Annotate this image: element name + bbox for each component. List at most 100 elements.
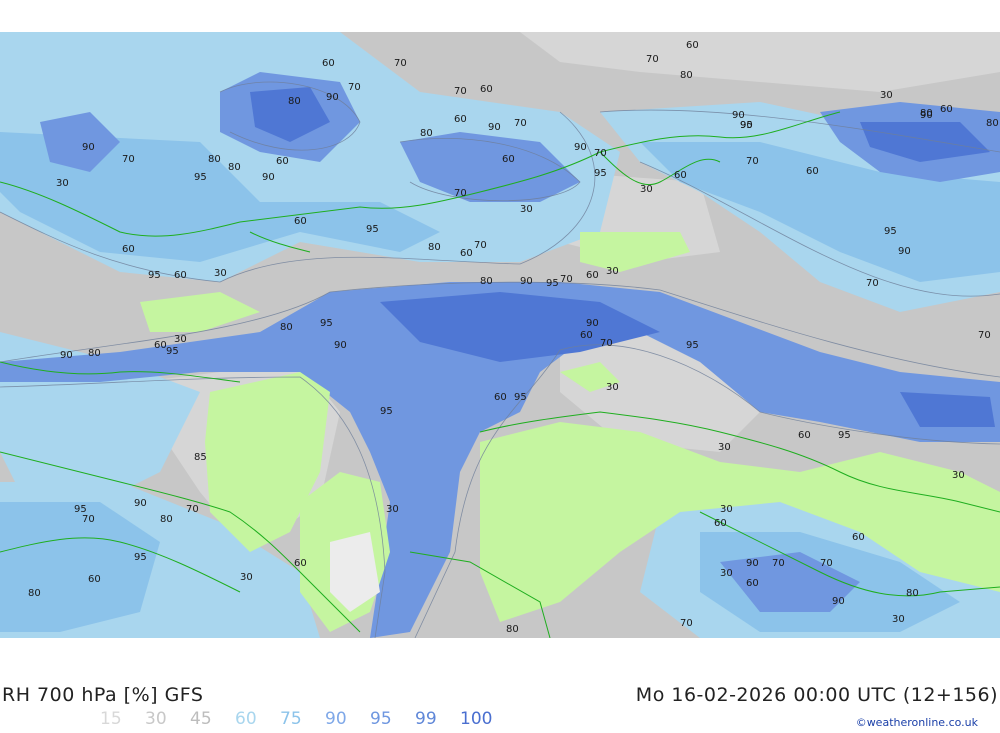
rh-700-map: 60 70 80 30 90 60 70 80 90 70 60 70 80 6…: [0, 32, 1000, 638]
contour-label: 70: [394, 58, 407, 69]
contour-label: 60: [294, 558, 307, 569]
contour-label: 30: [174, 334, 187, 345]
contour-label: 85: [194, 452, 207, 463]
contour-label: 80: [280, 322, 293, 333]
contour-label: 70: [82, 514, 95, 525]
contour-label: 95: [594, 168, 607, 179]
contour-label: 95: [514, 392, 527, 403]
contour-label: 60: [798, 430, 811, 441]
contour-label: 80: [228, 162, 241, 173]
contour-label: 60: [940, 104, 953, 115]
contour-label: 70: [820, 558, 833, 569]
contour-label: 90: [832, 596, 845, 607]
contour-label: 80: [920, 108, 933, 119]
legend-item: 99: [415, 709, 437, 729]
contour-label: 60: [460, 248, 473, 259]
contour-label: 60: [714, 518, 727, 529]
contour-label: 30: [640, 184, 653, 195]
contour-label: 95: [546, 278, 559, 289]
contour-label: 90: [740, 120, 753, 131]
contour-label: 90: [520, 276, 533, 287]
contour-label: 95: [148, 270, 161, 281]
contour-label: 80: [208, 154, 221, 165]
contour-label: 60: [122, 244, 135, 255]
contour-label: 70: [600, 338, 613, 349]
contour-label: 90: [586, 318, 599, 329]
contour-label: 70: [680, 618, 693, 629]
contour-label: 60: [174, 270, 187, 281]
contour-label: 30: [606, 382, 619, 393]
contour-label: 90: [898, 246, 911, 257]
valid-time: Mo 16-02-2026 00:00 UTC (12+156): [635, 684, 998, 706]
contour-label: 80: [420, 128, 433, 139]
contour-label: 60: [502, 154, 515, 165]
legend-item: 95: [370, 709, 392, 729]
contour-label: 30: [720, 504, 733, 515]
contour-label: 30: [718, 442, 731, 453]
legend-item: 90: [325, 709, 347, 729]
legend-item: 15: [100, 709, 122, 729]
contour-label: 80: [680, 70, 693, 81]
contour-label: 95: [320, 318, 333, 329]
contour-label: 90: [488, 122, 501, 133]
contour-label: 60: [454, 114, 467, 125]
contour-label: 60: [322, 58, 335, 69]
contour-label: 95: [194, 172, 207, 183]
contour-label: 70: [454, 188, 467, 199]
credit-link[interactable]: ©weatheronline.co.uk: [856, 716, 978, 729]
contour-label: 80: [986, 118, 999, 129]
contour-label: 95: [838, 430, 851, 441]
contour-label: 60: [154, 340, 167, 351]
contour-label: 95: [380, 406, 393, 417]
contour-label: 90: [82, 142, 95, 153]
contour-label: 80: [88, 348, 101, 359]
legend-item: 30: [145, 709, 167, 729]
contour-label: 95: [686, 340, 699, 351]
contour-label: 90: [574, 142, 587, 153]
contour-label: 80: [288, 96, 301, 107]
contour-label: 70: [560, 274, 573, 285]
contour-label: 90: [60, 350, 73, 361]
contour-label: 30: [720, 568, 733, 579]
contour-label: 80: [906, 588, 919, 599]
contour-label: 80: [160, 514, 173, 525]
contour-label: 60: [480, 84, 493, 95]
contour-label: 70: [772, 558, 785, 569]
contour-label: 70: [454, 86, 467, 97]
color-legend: 15 30 45 60 75 90 95 99 100: [100, 709, 505, 729]
contour-label: 70: [746, 156, 759, 167]
contour-label: 90: [746, 558, 759, 569]
contour-label: 70: [348, 82, 361, 93]
legend-item: 60: [235, 709, 257, 729]
contour-label: 60: [586, 270, 599, 281]
contour-label: 90: [326, 92, 339, 103]
contour-label: 95: [366, 224, 379, 235]
contour-label: 70: [122, 154, 135, 165]
contour-label: 95: [166, 346, 179, 357]
contour-label: 30: [892, 614, 905, 625]
contour-label: 70: [474, 240, 487, 251]
legend-item: 45: [190, 709, 212, 729]
contour-label: 70: [978, 330, 991, 341]
contour-label: 90: [334, 340, 347, 351]
contour-label: 30: [214, 268, 227, 279]
contour-label: 90: [262, 172, 275, 183]
contour-label: 60: [674, 170, 687, 181]
contour-label: 60: [806, 166, 819, 177]
contour-label: 60: [276, 156, 289, 167]
contour-label: 80: [428, 242, 441, 253]
contour-label: 60: [494, 392, 507, 403]
legend-item: 75: [280, 709, 302, 729]
contour-label: 30: [952, 470, 965, 481]
contour-label: 30: [386, 504, 399, 515]
map-title: RH 700 hPa [%] GFS: [2, 684, 204, 706]
contour-label: 80: [480, 276, 493, 287]
contour-label: 60: [852, 532, 865, 543]
contour-label: 70: [186, 504, 199, 515]
contour-label: 30: [56, 178, 69, 189]
contour-label: 60: [88, 574, 101, 585]
contour-label: 70: [646, 54, 659, 65]
contour-label: 30: [240, 572, 253, 583]
contour-label: 60: [686, 40, 699, 51]
contour-label: 95: [884, 226, 897, 237]
